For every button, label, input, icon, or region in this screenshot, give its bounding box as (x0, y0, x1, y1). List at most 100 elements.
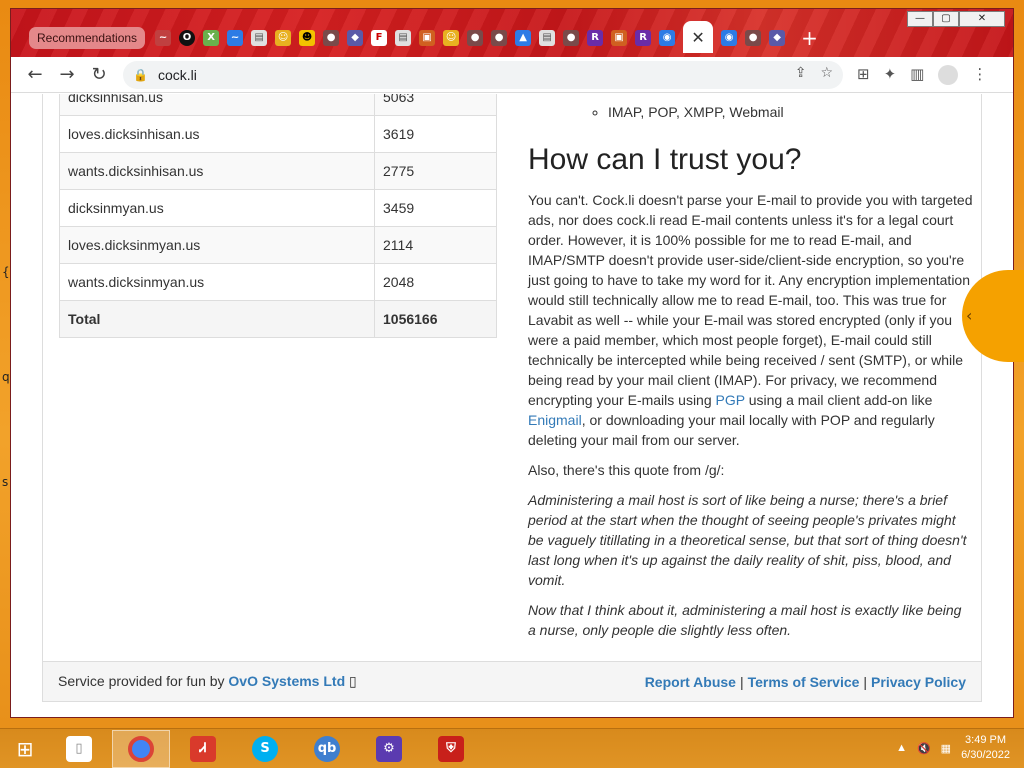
page-viewport: dicksinhisan.us 5063 loves.dicksinhisan.us… (11, 94, 1013, 717)
tab-favicon-icon[interactable]: ● (491, 30, 508, 46)
taskbar-app-file[interactable]: ▯ (50, 730, 108, 768)
tab-favicon-icon[interactable]: ● (467, 30, 484, 46)
close-window-button[interactable]: ✕ (959, 11, 1005, 27)
clock[interactable]: 3:49 PM 6/30/2022 (961, 733, 1010, 763)
taskbar-app-shield[interactable]: ⛨ (422, 730, 480, 768)
side-panel-icon[interactable]: ▥ (910, 65, 924, 85)
tab-favicon-icon[interactable]: ● (563, 30, 580, 46)
trust-paragraph: You can't. Cock.li doesn't parse your E-… (528, 190, 973, 450)
forward-arrow-icon[interactable]: → (51, 64, 83, 85)
footer-separator: | (863, 673, 868, 690)
lock-icon[interactable]: 🔒 (133, 68, 148, 82)
desktop-edge-glyph: s (2, 475, 9, 489)
address-bar[interactable]: 🔒 cock.li ⇪ ☆ (123, 60, 843, 89)
domain-cell: dicksinmyan.us (59, 189, 375, 227)
tab-favicon-icon[interactable]: ~ (155, 30, 172, 46)
profile-avatar[interactable] (938, 64, 959, 85)
back-arrow-icon[interactable]: ← (19, 64, 51, 85)
maximize-button[interactable]: ▢ (933, 11, 959, 27)
tab-favicon-icon[interactable]: ● (745, 30, 762, 46)
enigmail-link[interactable]: Enigmail (528, 412, 582, 428)
start-windows-icon[interactable]: ⊞ (0, 737, 50, 761)
tab-favicon-icon[interactable]: ▲ (515, 30, 532, 46)
tray-chevron-icon[interactable]: ▲ (896, 742, 907, 754)
count-cell: 2114 (374, 226, 497, 264)
clock-date: 6/30/2022 (961, 749, 1010, 761)
tab-favicon-icon[interactable]: O (179, 30, 196, 46)
active-tab-close-icon[interactable]: ✕ (683, 21, 714, 53)
total-label: Total (59, 300, 375, 338)
bookmark-star-icon[interactable]: ☆ (820, 65, 833, 81)
table-row: loves.dicksinmyan.us 2114 (59, 226, 497, 264)
taskbar-app-qbittorrent[interactable]: qb (298, 730, 356, 768)
quote-1: Administering a mail host is sort of lik… (528, 492, 967, 588)
tab-favicon-icon[interactable]: ● (323, 30, 340, 46)
table-row: wants.dicksinhisan.us 2775 (59, 152, 497, 190)
privacy-link[interactable]: Privacy Policy (871, 674, 966, 690)
tab-favicon-icon[interactable]: ▣ (611, 30, 628, 46)
tab-favicon-icon[interactable]: ☺ (443, 30, 460, 46)
domain-stats-table: dicksinhisan.us 5063 loves.dicksinhisan.us… (59, 94, 497, 338)
pgp-link[interactable]: PGP (716, 392, 745, 408)
page-footer: Service provided for fun by OvO Systems … (42, 661, 982, 702)
file-icon: ▯ (66, 735, 92, 762)
count-cell: 2048 (374, 263, 497, 301)
content-column: IMAP, POP, XMPP, Webmail How can I trust… (528, 94, 973, 650)
table-row: loves.dicksinhisan.us 3619 (59, 115, 497, 153)
tab-favicon-icon[interactable]: R (635, 30, 652, 46)
extensions-puzzle-icon[interactable]: ✦ (884, 65, 897, 85)
tab-favicon-icon[interactable]: ☻ (299, 30, 316, 46)
footer-credit: Service provided for fun by OvO Systems … (58, 673, 357, 690)
tab-favicon-icon[interactable]: ◉ (721, 30, 738, 46)
menu-kebab-icon[interactable]: ⋮ (972, 65, 987, 85)
count-cell: 3619 (374, 115, 497, 153)
table-row: wants.dicksinmyan.us 2048 (59, 263, 497, 301)
new-tab-button[interactable]: + (801, 26, 818, 50)
tab-favicon-icon[interactable]: ◉ (659, 30, 676, 46)
tab-favicon-icon[interactable]: ▣ (419, 30, 436, 46)
domain-cell: loves.dicksinmyan.us (59, 226, 375, 264)
tab-favicon-icon[interactable]: ▤ (395, 30, 412, 46)
reload-icon[interactable]: ↻ (83, 64, 115, 85)
report-abuse-link[interactable]: Report Abuse (645, 674, 736, 690)
tab-favicon-icon[interactable]: ▤ (251, 30, 268, 46)
network-icon[interactable]: ▦ (941, 742, 951, 755)
count-cell: 5063 (374, 94, 497, 116)
taskbar-app-skype[interactable]: S (236, 730, 294, 768)
tab-favicon-icon[interactable]: ◆ (347, 30, 364, 46)
quote-2: Now that I think about it, administering… (528, 602, 962, 638)
page-container: dicksinhisan.us 5063 loves.dicksinhisan.us… (42, 94, 982, 694)
taskbar-app-chrome[interactable] (112, 729, 170, 768)
tab-favicon-icon[interactable]: X (203, 30, 220, 46)
volume-muted-icon[interactable]: 🔇 (917, 742, 931, 755)
desktop-edge-glyph: q (2, 370, 10, 384)
tab-strip: Recommendations ~ O X ~ ▤ ☺ ☻ ● ◆ F ▤ ▣ … (29, 21, 818, 53)
taskbar-app-pdf[interactable]: Ꮧ (174, 730, 232, 768)
chrome-icon (128, 735, 154, 762)
desktop-edge-glyph: { (2, 265, 10, 279)
share-icon[interactable]: ⇪ (795, 65, 807, 81)
domain-cell: loves.dicksinhisan.us (59, 115, 375, 153)
pdf-reader-icon: Ꮧ (190, 735, 216, 762)
tab-favicon-icon[interactable]: ◆ (769, 30, 786, 46)
extension-toolbar: ⊞ ✦ ▥ ⋮ (857, 64, 987, 85)
tab-favicon-icon[interactable]: ▤ (539, 30, 556, 46)
translate-extension-icon[interactable]: ⊞ (857, 65, 870, 85)
tab-favicon-icon[interactable]: F (371, 30, 388, 46)
total-value: 1056166 (374, 300, 497, 338)
tab-favicon-icon[interactable]: R (587, 30, 604, 46)
tab-favicon-icon[interactable]: ~ (227, 30, 244, 46)
company-link[interactable]: OvO Systems Ltd (228, 673, 345, 689)
browser-window: — ▢ ✕ Recommendations ~ O X ~ ▤ ☺ ☻ ● ◆ … (10, 8, 1014, 718)
minimize-button[interactable]: — (907, 11, 933, 27)
footer-separator: | (739, 673, 744, 690)
taskbar-app-settings[interactable]: ⚙ (360, 730, 418, 768)
url-text[interactable]: cock.li (158, 67, 197, 83)
recommendations-chip[interactable]: Recommendations (29, 27, 146, 49)
protocol-list-item: IMAP, POP, XMPP, Webmail (608, 102, 973, 122)
trust-text-3: , or downloading your mail locally with … (528, 412, 935, 448)
terms-link[interactable]: Terms of Service (748, 674, 860, 690)
tab-favicon-icon[interactable]: ☺ (275, 30, 292, 46)
skype-icon: S (252, 735, 278, 762)
count-cell: 3459 (374, 189, 497, 227)
